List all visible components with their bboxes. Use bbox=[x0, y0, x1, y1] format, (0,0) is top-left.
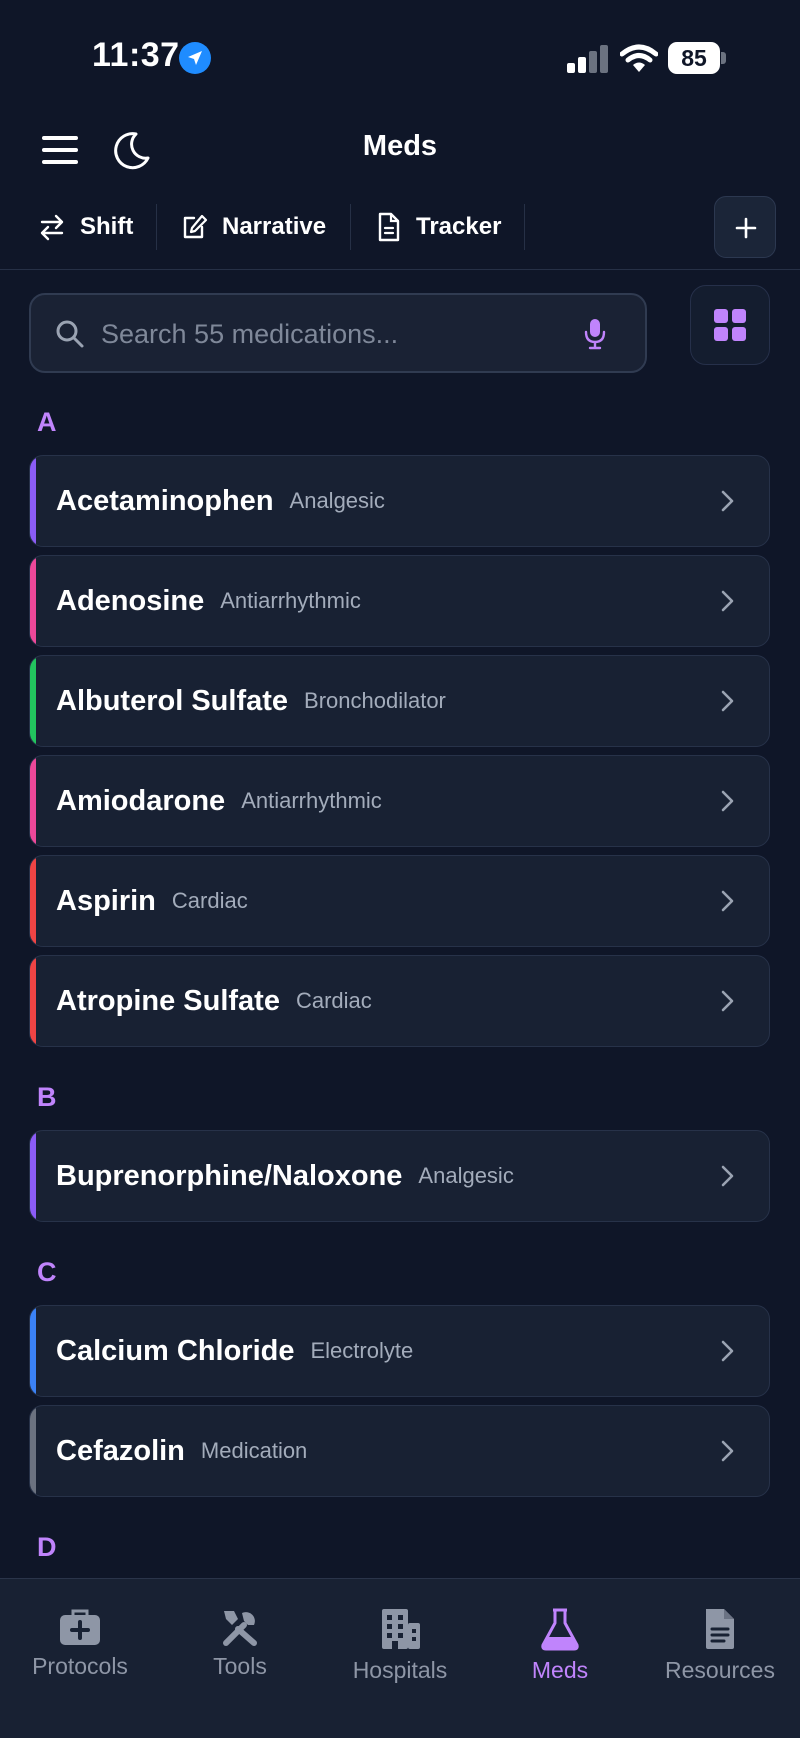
chevron-right-icon bbox=[721, 1165, 734, 1187]
tab-label: Hospitals bbox=[352, 1657, 448, 1683]
med-category: Antiarrhythmic bbox=[220, 588, 361, 613]
chevron-right-icon bbox=[721, 690, 734, 712]
section-header-d: D bbox=[37, 1532, 57, 1562]
med-row-cefazolin[interactable]: Cefazolin Medication bbox=[29, 1405, 770, 1497]
med-category: Cardiac bbox=[295, 988, 372, 1013]
plus-icon bbox=[735, 217, 757, 239]
cellular-signal-icon bbox=[567, 45, 609, 73]
med-category: Analgesic bbox=[289, 488, 385, 513]
med-category: Antiarrhythmic bbox=[241, 788, 382, 813]
tab-label: Resources bbox=[665, 1657, 775, 1683]
tab-label: Meds bbox=[531, 1657, 589, 1683]
chevron-right-icon bbox=[721, 990, 734, 1012]
med-name: Amiodarone bbox=[56, 784, 226, 817]
document-icon bbox=[706, 1609, 734, 1649]
med-row-aspirin[interactable]: Aspirin Cardiac bbox=[29, 855, 770, 947]
tab-label: Protocols bbox=[32, 1653, 128, 1679]
grid-view-button[interactable] bbox=[690, 285, 770, 365]
wifi-icon bbox=[620, 44, 658, 72]
battery-icon: 85 bbox=[668, 42, 726, 74]
category-accent-bar bbox=[30, 956, 36, 1046]
chevron-right-icon bbox=[721, 790, 734, 812]
category-accent-bar bbox=[30, 1306, 36, 1396]
microphone-icon[interactable] bbox=[583, 317, 607, 351]
med-row-acetaminophen[interactable]: Acetaminophen Analgesic bbox=[29, 455, 770, 547]
status-bar: 11:37 85 bbox=[0, 0, 800, 110]
med-category: Analgesic bbox=[418, 1163, 514, 1188]
tracker-button[interactable]: Tracker bbox=[376, 204, 501, 250]
tab-protocols[interactable]: Protocols bbox=[0, 1607, 160, 1680]
search-input[interactable] bbox=[101, 313, 581, 355]
app-header: Meds bbox=[0, 110, 800, 190]
add-button[interactable] bbox=[714, 196, 776, 258]
tab-tools[interactable]: Tools bbox=[160, 1607, 320, 1680]
med-name: Acetaminophen bbox=[56, 484, 274, 517]
med-row-adenosine[interactable]: Adenosine Antiarrhythmic bbox=[29, 555, 770, 647]
section-header-a: A bbox=[37, 407, 57, 437]
med-name: Adenosine bbox=[56, 584, 205, 617]
med-name: Cefazolin bbox=[56, 1434, 185, 1467]
section-header-c: C bbox=[37, 1257, 57, 1287]
category-accent-bar bbox=[30, 656, 36, 746]
med-name: Atropine Sulfate bbox=[56, 984, 280, 1017]
briefcase-medical-icon bbox=[60, 1609, 100, 1645]
category-accent-bar bbox=[30, 756, 36, 846]
search-icon bbox=[56, 320, 84, 348]
chevron-right-icon bbox=[721, 590, 734, 612]
search-box bbox=[29, 293, 647, 373]
med-row-atropine-sulfate[interactable]: Atropine Sulfate Cardiac bbox=[29, 955, 770, 1047]
swap-arrows-icon bbox=[40, 214, 64, 241]
chevron-right-icon bbox=[721, 490, 734, 512]
med-category: Electrolyte bbox=[310, 1338, 414, 1363]
location-arrow-icon bbox=[179, 42, 211, 74]
category-accent-bar bbox=[30, 856, 36, 946]
bottom-tab-bar: Protocols Tools Hospitals Meds Resources bbox=[0, 1578, 800, 1738]
med-category: Cardiac bbox=[171, 888, 248, 913]
building-icon bbox=[382, 1609, 420, 1649]
tab-label: Tools bbox=[213, 1653, 267, 1679]
document-icon bbox=[378, 212, 400, 242]
chevron-right-icon bbox=[721, 1440, 734, 1462]
med-name: Albuterol Sulfate bbox=[56, 684, 289, 717]
tools-icon bbox=[223, 1611, 257, 1646]
med-name: Buprenorphine/Naloxone bbox=[56, 1159, 403, 1192]
status-time: 11:37 bbox=[92, 36, 180, 74]
tracker-label: Tracker bbox=[416, 213, 502, 240]
meds-screen: 11:37 85 Meds Shift Narrative Tracker Se… bbox=[0, 0, 800, 1738]
chevron-right-icon bbox=[721, 890, 734, 912]
med-row-buprenorphine-naloxone[interactable]: Buprenorphine/Naloxone Analgesic bbox=[29, 1130, 770, 1222]
page-title: Meds bbox=[362, 130, 438, 162]
tab-meds[interactable]: Meds bbox=[480, 1607, 640, 1684]
section-header-b: B bbox=[37, 1082, 57, 1112]
med-name: Calcium Chloride bbox=[56, 1334, 295, 1367]
flask-icon bbox=[541, 1608, 579, 1651]
med-row-calcium-chloride[interactable]: Calcium Chloride Electrolyte bbox=[29, 1305, 770, 1397]
quick-toolbar: Shift Narrative Tracker bbox=[0, 196, 800, 270]
med-category: Medication bbox=[200, 1438, 308, 1463]
narrative-label: Narrative bbox=[222, 213, 327, 240]
med-row-albuterol-sulfate[interactable]: Albuterol Sulfate Bronchodilator bbox=[29, 655, 770, 747]
category-accent-bar bbox=[30, 556, 36, 646]
battery-level: 85 bbox=[668, 42, 720, 74]
tab-resources[interactable]: Resources bbox=[640, 1607, 800, 1684]
edit-note-icon bbox=[183, 214, 208, 239]
shift-button[interactable]: Shift bbox=[38, 204, 133, 250]
chevron-right-icon bbox=[721, 1340, 734, 1362]
category-accent-bar bbox=[30, 1406, 36, 1496]
med-name: Aspirin bbox=[56, 884, 156, 917]
tab-hospitals[interactable]: Hospitals bbox=[320, 1607, 480, 1684]
med-category: Bronchodilator bbox=[304, 688, 446, 713]
med-row-amiodarone[interactable]: Amiodarone Antiarrhythmic bbox=[29, 755, 770, 847]
narrative-button[interactable]: Narrative bbox=[180, 204, 326, 250]
shift-label: Shift bbox=[80, 213, 134, 240]
category-accent-bar bbox=[30, 1131, 36, 1221]
category-accent-bar bbox=[30, 456, 36, 546]
